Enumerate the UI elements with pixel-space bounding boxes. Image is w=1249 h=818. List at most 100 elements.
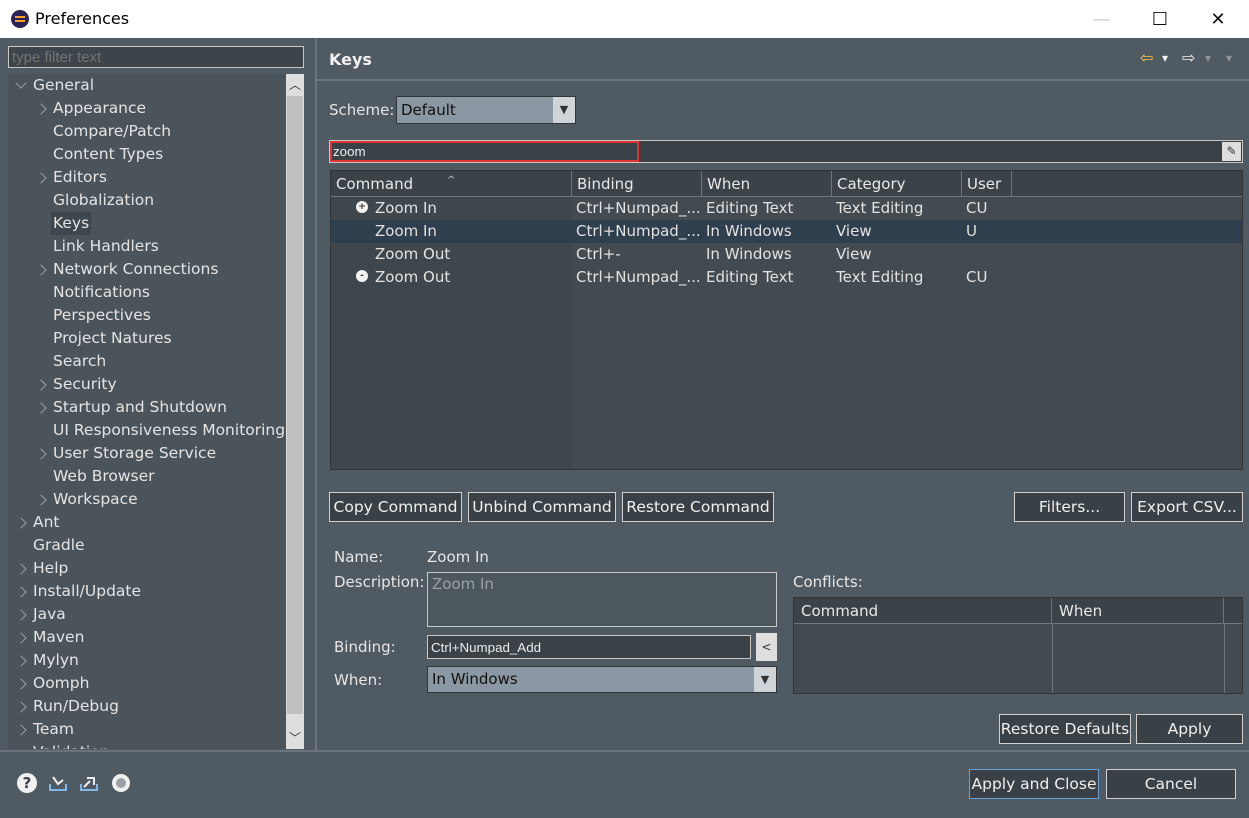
- when-dropdown[interactable]: In Windows ▼: [427, 666, 777, 693]
- conflicts-divider: [1224, 624, 1225, 693]
- scheme-dropdown[interactable]: Default ▼: [396, 96, 576, 124]
- apply-and-close-button[interactable]: Apply and Close: [969, 769, 1099, 799]
- tree-item-install-update[interactable]: Install/Update: [33, 580, 141, 603]
- tree-item-security[interactable]: Security: [53, 373, 117, 396]
- tree-item-general[interactable]: General: [33, 74, 94, 97]
- tree-item-ant[interactable]: Ant: [33, 511, 60, 534]
- collapsed-chevron-icon[interactable]: [15, 517, 27, 529]
- column-header-binding[interactable]: Binding: [572, 171, 702, 197]
- conflicts-header-when[interactable]: When: [1052, 598, 1224, 624]
- unbind-command-button[interactable]: Unbind Command: [468, 492, 616, 522]
- collapsed-chevron-icon[interactable]: [15, 724, 27, 736]
- minimize-button[interactable]: —: [1073, 0, 1131, 38]
- tree-item-perspectives[interactable]: Perspectives: [53, 304, 151, 327]
- tree-item-help[interactable]: Help: [33, 557, 68, 580]
- help-icon[interactable]: ?: [17, 773, 37, 793]
- back-arrow-icon[interactable]: ⇦: [1140, 48, 1153, 67]
- collapsed-chevron-icon[interactable]: [15, 678, 27, 690]
- binding-options-button[interactable]: <: [756, 633, 777, 661]
- filters-button[interactable]: Filters...: [1014, 492, 1125, 522]
- tree-item-content-types[interactable]: Content Types: [53, 143, 163, 166]
- column-header-user[interactable]: User: [962, 171, 1012, 197]
- tree-scrollbar[interactable]: ︿ ﹀: [286, 74, 304, 749]
- tree-item-workspace[interactable]: Workspace: [53, 488, 138, 511]
- collapsed-chevron-icon[interactable]: [35, 103, 47, 115]
- expanded-chevron-icon[interactable]: [15, 77, 27, 89]
- import-icon[interactable]: [47, 772, 69, 794]
- tree-item-compare-patch[interactable]: Compare/Patch: [53, 120, 171, 143]
- tree-item-oomph[interactable]: Oomph: [33, 672, 89, 695]
- collapsed-chevron-icon[interactable]: [35, 494, 47, 506]
- column-header-command[interactable]: Command ^: [331, 171, 572, 197]
- conflicts-header-command[interactable]: Command: [794, 598, 1052, 624]
- forward-dropdown-icon[interactable]: ▾: [1205, 51, 1211, 65]
- collapsed-chevron-icon[interactable]: [35, 172, 47, 184]
- tree-item-appearance[interactable]: Appearance: [53, 97, 146, 120]
- oomph-icon[interactable]: [110, 772, 132, 794]
- collapsed-chevron-icon[interactable]: [35, 264, 47, 276]
- cancel-button[interactable]: Cancel: [1106, 769, 1236, 799]
- collapsed-chevron-icon[interactable]: [15, 609, 27, 621]
- tree-item-ui-responsiveness-monitoring[interactable]: UI Responsiveness Monitoring: [53, 419, 285, 442]
- tree-item-java[interactable]: Java: [33, 603, 66, 626]
- view-menu-icon[interactable]: ▾: [1226, 51, 1232, 65]
- description-field[interactable]: Zoom In: [427, 572, 777, 627]
- tree-item-globalization[interactable]: Globalization: [53, 189, 154, 212]
- tree-item-maven[interactable]: Maven: [33, 626, 84, 649]
- collapsed-chevron-icon[interactable]: [15, 586, 27, 598]
- tree-item-gradle[interactable]: Gradle: [33, 534, 85, 557]
- conflicts-divider: [1052, 624, 1053, 693]
- panel-divider[interactable]: [315, 38, 317, 750]
- scroll-down-icon[interactable]: ﹀: [289, 729, 301, 747]
- tree-item-search[interactable]: Search: [53, 350, 106, 373]
- table-row[interactable]: - Zoom Out Ctrl+Numpad_... Editing Text Text…: [331, 266, 1242, 289]
- chevron-down-icon[interactable]: ▼: [553, 97, 575, 123]
- column-header-when[interactable]: When: [702, 171, 832, 197]
- tree-item-notifications[interactable]: Notifications: [53, 281, 150, 304]
- collapsed-chevron-icon[interactable]: [35, 448, 47, 460]
- tree-item-validation[interactable]: Validation: [33, 741, 110, 749]
- chevron-down-icon[interactable]: ▼: [754, 667, 776, 692]
- tree-item-startup-and-shutdown[interactable]: Startup and Shutdown: [53, 396, 227, 419]
- scrollbar-thumb[interactable]: [287, 96, 303, 714]
- tree-item-keys[interactable]: Keys: [51, 212, 92, 235]
- tree-item-project-natures[interactable]: Project Natures: [53, 327, 172, 350]
- tree-item-mylyn[interactable]: Mylyn: [33, 649, 79, 672]
- collapsed-chevron-icon[interactable]: [35, 379, 47, 391]
- scroll-up-icon[interactable]: ︿: [289, 76, 301, 94]
- binding-input[interactable]: [427, 635, 751, 659]
- tree-item-network-connections[interactable]: Network Connections: [53, 258, 218, 281]
- cell-when: Editing Text: [706, 268, 794, 286]
- export-icon[interactable]: [78, 772, 100, 794]
- copy-command-button[interactable]: Copy Command: [329, 492, 462, 522]
- tree-item-link-handlers[interactable]: Link Handlers: [53, 235, 159, 258]
- apply-button[interactable]: Apply: [1136, 714, 1243, 744]
- header-separator: [317, 79, 1249, 81]
- title-bar: Preferences — ☐ ✕: [0, 0, 1249, 38]
- tree-item-web-browser[interactable]: Web Browser: [53, 465, 155, 488]
- tree-item-user-storage-service[interactable]: User Storage Service: [53, 442, 216, 465]
- collapsed-chevron-icon[interactable]: [15, 701, 27, 713]
- table-row[interactable]: Zoom Out Ctrl+- In Windows View: [331, 243, 1242, 266]
- column-header-label: Command: [336, 175, 414, 193]
- clear-search-icon[interactable]: ✎: [1222, 142, 1241, 161]
- tree-item-editors[interactable]: Editors: [53, 166, 107, 189]
- conflicts-header-filler: [1224, 598, 1242, 624]
- collapsed-chevron-icon[interactable]: [15, 632, 27, 644]
- collapsed-chevron-icon[interactable]: [15, 563, 27, 575]
- restore-defaults-button[interactable]: Restore Defaults: [999, 714, 1131, 744]
- export-csv-button[interactable]: Export CSV...: [1131, 492, 1243, 522]
- table-row[interactable]: + Zoom In Ctrl+Numpad_... Editing Text Text …: [331, 197, 1242, 220]
- restore-command-button[interactable]: Restore Command: [622, 492, 774, 522]
- tree-item-team[interactable]: Team: [33, 718, 74, 741]
- table-row[interactable]: Zoom In Ctrl+Numpad_... In Windows View U: [331, 220, 1242, 243]
- filter-input[interactable]: [8, 46, 304, 68]
- back-dropdown-icon[interactable]: ▾: [1162, 51, 1168, 65]
- forward-arrow-icon[interactable]: ⇨: [1182, 48, 1195, 67]
- maximize-button[interactable]: ☐: [1131, 0, 1189, 38]
- collapsed-chevron-icon[interactable]: [35, 402, 47, 414]
- collapsed-chevron-icon[interactable]: [15, 655, 27, 667]
- column-header-category[interactable]: Category: [832, 171, 962, 197]
- close-button[interactable]: ✕: [1189, 0, 1247, 38]
- tree-item-run-debug[interactable]: Run/Debug: [33, 695, 119, 718]
